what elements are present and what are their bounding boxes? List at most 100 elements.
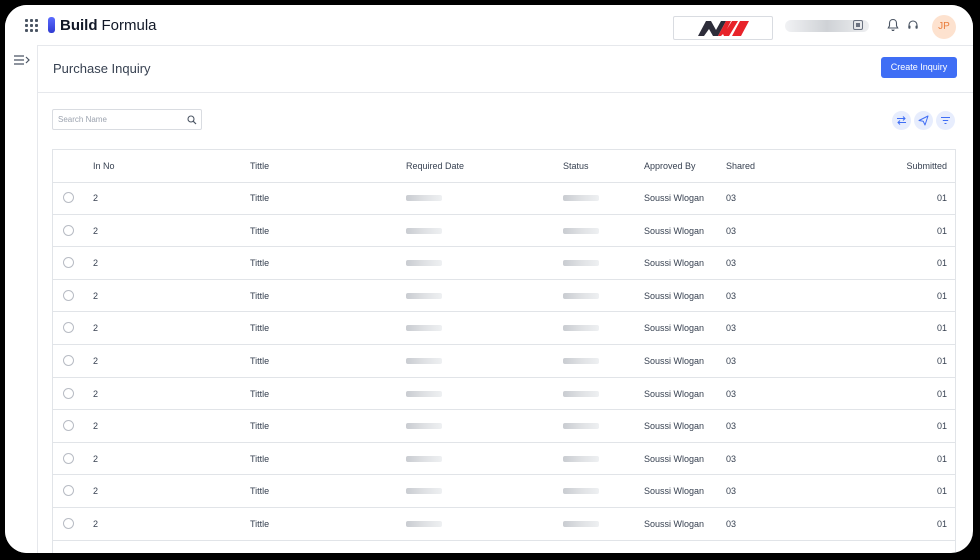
headset-icon[interactable] <box>907 19 919 31</box>
menu-collapse-icon[interactable] <box>14 55 30 65</box>
cell-approved-by: Soussi Wlogan <box>644 486 705 497</box>
cell-submitted: 01 <box>936 453 947 464</box>
table-row[interactable]: 2 Tittle Soussi Wlogan 03 01 <box>53 508 955 541</box>
row-select-radio[interactable] <box>63 420 74 432</box>
search-icon[interactable] <box>187 115 197 125</box>
row-select-radio[interactable] <box>63 224 74 236</box>
inquiry-table: In No Tittle Required Date Status Approv… <box>52 149 956 553</box>
grid-icon[interactable] <box>25 19 38 32</box>
cell-submitted: 01 <box>936 486 947 497</box>
column-header-required-date[interactable]: Required Date <box>406 150 464 182</box>
row-select-radio[interactable] <box>63 322 74 334</box>
row-select-radio[interactable] <box>63 289 74 301</box>
cell-submitted: 01 <box>936 323 947 334</box>
send-button[interactable] <box>914 111 933 130</box>
table-row[interactable]: 2 Tittle Soussi Wlogan 03 01 <box>53 280 955 313</box>
cell-shared: 03 <box>726 486 737 497</box>
table-row[interactable]: 2 Tittle Soussi Wlogan 03 01 <box>53 378 955 411</box>
table-row[interactable]: 2 Tittle Soussi Wlogan 03 01 <box>53 443 955 476</box>
create-inquiry-button[interactable]: Create Inquiry <box>881 57 957 78</box>
filter-icon <box>941 117 950 124</box>
cell-approved-by: Soussi Wlogan <box>644 356 705 366</box>
cell-title: Tittle <box>250 225 270 236</box>
switcher-icon[interactable] <box>853 20 863 30</box>
cell-status-redacted <box>563 195 599 201</box>
cell-approved-by: Soussi Wlogan <box>644 453 705 464</box>
cell-required-date-redacted <box>406 325 442 332</box>
cell-approved-by: Soussi Wlogan <box>644 519 705 529</box>
cell-submitted: 01 <box>936 519 947 529</box>
cell-in-no: 2 <box>93 486 99 497</box>
cell-shared: 03 <box>726 421 737 432</box>
column-header-shared[interactable]: Shared <box>726 150 755 182</box>
cell-required-date-redacted <box>406 292 442 299</box>
cell-required-date-redacted <box>406 358 442 364</box>
cell-in-no: 2 <box>93 519 99 529</box>
table-row[interactable]: 2 Tittle Soussi Wlogan 03 01 <box>53 345 955 378</box>
table-row[interactable]: 2 Tittle Soussi Wlogan 03 01 <box>53 475 955 508</box>
cell-title: Tittle <box>250 421 270 432</box>
cell-submitted: 01 <box>936 421 947 432</box>
cell-approved-by: Soussi Wlogan <box>644 388 705 399</box>
table-row[interactable]: 2 Tittle Soussi Wlogan 03 01 <box>53 215 955 248</box>
column-header-submitted[interactable]: Submitted <box>906 150 947 182</box>
cell-approved-by: Soussi Wlogan <box>644 225 705 236</box>
row-select-radio[interactable] <box>63 192 74 203</box>
cell-shared: 03 <box>726 519 737 529</box>
bell-icon[interactable] <box>887 18 899 32</box>
cell-shared: 03 <box>726 388 737 399</box>
cell-required-date-redacted <box>406 390 442 397</box>
filter-button[interactable] <box>936 111 955 130</box>
table-header-row: In No Tittle Required Date Status Approv… <box>53 150 955 183</box>
cell-status-redacted <box>563 521 599 527</box>
row-select-radio[interactable] <box>63 518 74 529</box>
row-select-radio[interactable] <box>63 387 74 399</box>
cell-shared: 03 <box>726 323 737 334</box>
cell-status-redacted <box>563 325 599 332</box>
row-select-radio[interactable] <box>63 355 74 366</box>
search-input[interactable] <box>58 113 176 126</box>
cell-title: Tittle <box>250 290 270 301</box>
cell-in-no: 2 <box>93 290 99 301</box>
column-header-in-no[interactable]: In No <box>93 150 115 182</box>
column-header-approved-by[interactable]: Approved By <box>644 150 696 182</box>
row-select-radio[interactable] <box>63 485 74 497</box>
cell-in-no: 2 <box>93 323 99 334</box>
cell-shared: 03 <box>726 290 737 301</box>
cell-submitted: 01 <box>936 258 947 269</box>
table-row[interactable]: 2 Tittle Soussi Wlogan 03 01 <box>53 182 955 215</box>
cell-submitted: 01 <box>936 290 947 301</box>
row-select-radio[interactable] <box>63 257 74 269</box>
cell-shared: 03 <box>726 356 737 366</box>
cell-status-redacted <box>563 260 599 267</box>
cell-title: Tittle <box>250 356 270 366</box>
cell-title: Tittle <box>250 519 270 529</box>
app-logo: Build Formula <box>48 15 157 35</box>
cell-submitted: 01 <box>936 388 947 399</box>
cell-approved-by: Soussi Wlogan <box>644 193 705 203</box>
logo-mark-icon <box>48 17 55 33</box>
send-icon <box>918 115 929 126</box>
table-row[interactable]: 2 Tittle Soussi Wlogan 03 01 <box>53 312 955 345</box>
cell-required-date-redacted <box>406 227 442 234</box>
cell-status-redacted <box>563 423 599 430</box>
cell-shared: 03 <box>726 453 737 464</box>
cell-approved-by: Soussi Wlogan <box>644 258 705 269</box>
page-header: Purchase Inquiry Create Inquiry <box>38 46 973 93</box>
cell-in-no: 2 <box>93 258 99 269</box>
cell-approved-by: Soussi Wlogan <box>644 323 705 334</box>
avatar[interactable]: JP <box>932 15 956 39</box>
cell-in-no: 2 <box>93 388 99 399</box>
column-header-status[interactable]: Status <box>563 150 589 182</box>
column-header-title[interactable]: Tittle <box>250 150 269 182</box>
table-row[interactable]: 2 Tittle Soussi Wlogan 03 01 <box>53 247 955 280</box>
cell-required-date-redacted <box>406 521 442 527</box>
swap-button[interactable] <box>892 111 911 130</box>
page-title: Purchase Inquiry <box>53 61 151 76</box>
row-select-radio[interactable] <box>63 452 74 464</box>
sidebar <box>5 45 38 553</box>
cell-submitted: 01 <box>936 356 947 366</box>
swap-icon <box>897 116 906 125</box>
cell-in-no: 2 <box>93 421 99 432</box>
table-row[interactable]: 2 Tittle Soussi Wlogan 03 01 <box>53 410 955 443</box>
